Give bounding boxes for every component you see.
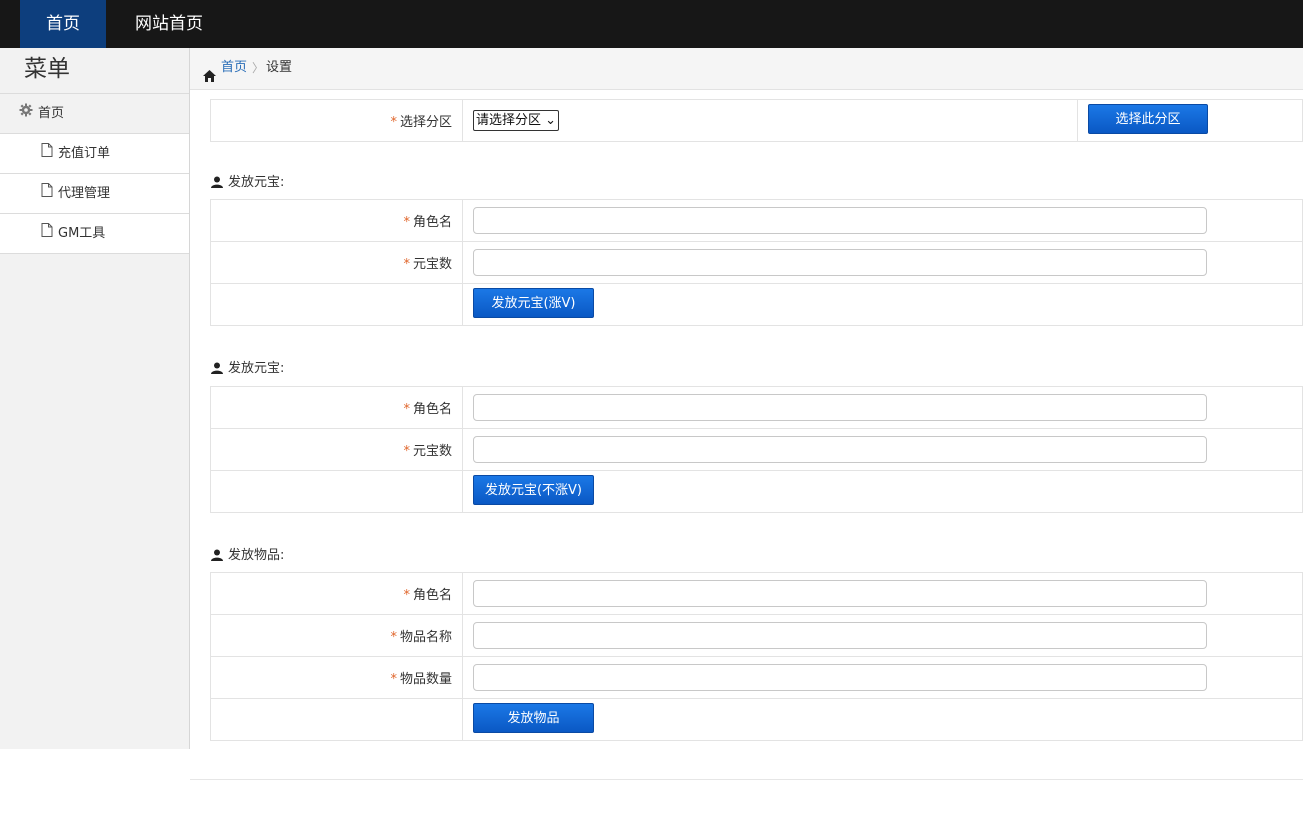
nav-site-home[interactable]: 网站首页 xyxy=(135,0,203,48)
form-label: * 物品数量 xyxy=(210,656,463,699)
required-mark: * xyxy=(390,115,397,130)
required-mark: * xyxy=(403,215,410,230)
required-mark: * xyxy=(403,257,410,272)
sidebar-item-home[interactable]: 首页 xyxy=(0,94,189,134)
form-label: * 角色名 xyxy=(210,386,463,429)
form-field xyxy=(462,428,1303,471)
form-label: * 物品名称 xyxy=(210,614,463,657)
form-field xyxy=(462,572,1303,615)
form-label: * 选择分区 xyxy=(210,99,463,142)
sidebar-item-gm-tools[interactable]: GM工具 xyxy=(0,214,189,254)
form-field xyxy=(462,199,1303,242)
user-icon xyxy=(211,549,223,565)
give-ingot-no-vip-form: * 角色名 * 元宝数 发放元宝(不涨V) xyxy=(210,386,1303,513)
give-ingot-vip-button[interactable]: 发放元宝(涨V) xyxy=(473,287,594,318)
form-label: * 角色名 xyxy=(210,572,463,615)
form-label: * 元宝数 xyxy=(210,241,463,284)
form-field xyxy=(462,614,1303,657)
form-field: 请选择分区 ⌄ xyxy=(462,99,1078,142)
sidebar-item-agent-management[interactable]: 代理管理 xyxy=(0,174,189,214)
section-title: 发放元宝: xyxy=(211,357,284,378)
form-label xyxy=(210,698,463,741)
role-name-input[interactable] xyxy=(473,580,1207,607)
give-ingot-form: * 角色名 * 元宝数 发放元宝(涨V) xyxy=(210,199,1303,326)
breadcrumb-current: 设置 xyxy=(266,60,293,75)
sidebar-item-label: 首页 xyxy=(38,106,65,121)
gear-icon xyxy=(19,94,33,133)
form-field: 发放元宝(涨V) xyxy=(462,283,1303,326)
give-item-form: * 角色名 * 物品名称 * 物品数量 发放物品 xyxy=(210,572,1303,741)
form-field xyxy=(462,241,1303,284)
role-name-input[interactable] xyxy=(473,207,1207,234)
file-icon xyxy=(41,134,53,173)
chevron-down-icon: ⌄ xyxy=(545,113,557,128)
item-quantity-input[interactable] xyxy=(473,664,1207,691)
give-ingot-no-vip-button[interactable]: 发放元宝(不涨V) xyxy=(473,474,594,505)
role-name-input[interactable] xyxy=(473,394,1207,421)
select-server-button[interactable]: 选择此分区 xyxy=(1088,103,1208,134)
required-mark: * xyxy=(403,444,410,459)
form-field: 发放元宝(不涨V) xyxy=(462,470,1303,513)
file-icon xyxy=(41,174,53,213)
section-title: 发放元宝: xyxy=(211,171,284,192)
ingot-amount-input[interactable] xyxy=(473,436,1207,463)
item-name-input[interactable] xyxy=(473,622,1207,649)
ingot-amount-input[interactable] xyxy=(473,249,1207,276)
sidebar-item-label: 代理管理 xyxy=(58,186,111,201)
sidebar-title: 菜单 xyxy=(0,48,189,94)
form-label: * 元宝数 xyxy=(210,428,463,471)
sidebar-item-label: 充值订单 xyxy=(58,146,111,161)
form-field xyxy=(462,386,1303,429)
form-field: 发放物品 xyxy=(462,698,1303,741)
required-mark: * xyxy=(390,672,397,687)
sidebar-item-recharge-orders[interactable]: 充值订单 xyxy=(0,134,189,174)
breadcrumb-home-link[interactable]: 首页 xyxy=(221,48,247,88)
give-item-button[interactable]: 发放物品 xyxy=(473,702,594,733)
form-field: 选择此分区 xyxy=(1077,99,1303,142)
breadcrumb: 首页 〉 设置 xyxy=(190,48,1303,90)
section-title: 发放物品: xyxy=(211,544,284,565)
server-select-form: * 选择分区 请选择分区 ⌄ 选择此分区 xyxy=(210,99,1303,142)
sidebar-item-label: GM工具 xyxy=(58,226,106,241)
form-label xyxy=(210,283,463,326)
server-select[interactable]: 请选择分区 ⌄ xyxy=(473,110,560,131)
footer-divider xyxy=(190,779,1303,780)
required-mark: * xyxy=(403,588,410,603)
form-label: * 角色名 xyxy=(210,199,463,242)
form-field xyxy=(462,656,1303,699)
nav-home[interactable]: 首页 xyxy=(20,0,106,48)
file-icon xyxy=(41,214,53,253)
form-label xyxy=(210,470,463,513)
user-icon xyxy=(211,362,223,378)
user-icon xyxy=(211,176,223,192)
required-mark: * xyxy=(390,630,397,645)
top-nav: 首页 网站首页 xyxy=(0,0,1303,48)
required-mark: * xyxy=(403,402,410,417)
breadcrumb-separator: 〉 xyxy=(252,61,265,75)
home-icon xyxy=(202,60,217,100)
sidebar: 菜单 首页 充值订单 代理管理 GM工具 xyxy=(0,48,190,749)
